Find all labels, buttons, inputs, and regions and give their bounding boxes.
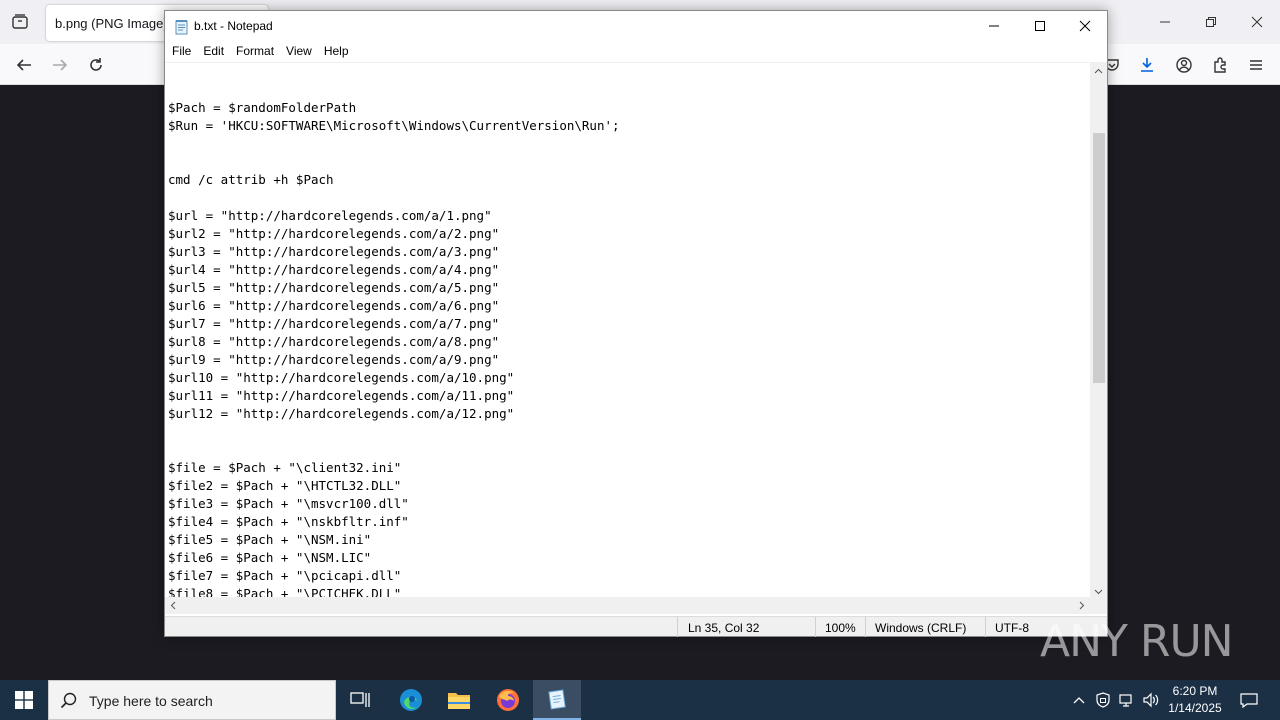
search-placeholder: Type here to search xyxy=(89,693,213,709)
status-divider xyxy=(865,617,866,637)
taskbar-clock[interactable]: 6:20 PM 1/14/2025 xyxy=(1160,683,1230,717)
horizontal-scrollbar[interactable] xyxy=(165,597,1090,614)
network-icon[interactable] xyxy=(1116,680,1138,720)
windows-start-icon[interactable] xyxy=(0,680,48,720)
menu-file[interactable]: File xyxy=(166,41,197,62)
status-divider xyxy=(677,617,678,637)
file-explorer-icon[interactable] xyxy=(435,680,483,720)
browser-tab-title: b.png (PNG Image) xyxy=(55,16,168,31)
extensions-icon[interactable] xyxy=(1207,52,1233,78)
close-button[interactable] xyxy=(1062,11,1108,41)
notepad-taskbar-icon[interactable] xyxy=(533,680,581,720)
edge-icon[interactable] xyxy=(387,680,435,720)
chevron-up-icon[interactable] xyxy=(1068,680,1090,720)
clock-date: 1/14/2025 xyxy=(1168,701,1222,715)
document-text[interactable]: $Pach = $randomFolderPath $Run = 'HKCU:S… xyxy=(168,99,1088,603)
firefox-icon[interactable] xyxy=(484,680,532,720)
status-divider xyxy=(815,617,816,637)
vertical-scroll-thumb[interactable] xyxy=(1093,133,1105,383)
account-icon[interactable] xyxy=(1171,52,1197,78)
cursor-position: Ln 35, Col 32 xyxy=(688,621,760,635)
task-view-icon[interactable] xyxy=(336,680,384,720)
browser-close-button[interactable] xyxy=(1234,0,1280,44)
notepad-menu-bar: File Edit Format View Help xyxy=(165,41,1107,62)
watermark-text: ANY RUN xyxy=(1040,615,1234,667)
download-icon[interactable] xyxy=(1134,52,1160,78)
line-ending: Windows (CRLF) xyxy=(875,621,967,635)
menu-help[interactable]: Help xyxy=(318,41,355,62)
notepad-title-bar[interactable]: b.txt - Notepad xyxy=(165,11,1107,41)
security-icon[interactable] xyxy=(1092,680,1114,720)
encoding: UTF-8 xyxy=(995,621,1029,635)
clock-time: 6:20 PM xyxy=(1172,684,1218,698)
scroll-left-icon[interactable] xyxy=(169,601,178,610)
vertical-scrollbar[interactable] xyxy=(1090,63,1107,608)
notepad-app-icon xyxy=(174,19,190,35)
minimize-button[interactable] xyxy=(971,11,1017,41)
menu-view[interactable]: View xyxy=(280,41,318,62)
scroll-down-icon[interactable] xyxy=(1094,587,1103,596)
menu-edit[interactable]: Edit xyxy=(197,41,230,62)
forward-arrow-icon[interactable] xyxy=(47,52,73,78)
maximize-button[interactable] xyxy=(1017,11,1063,41)
notepad-title: b.txt - Notepad xyxy=(194,19,273,33)
tab-list-icon[interactable] xyxy=(10,12,30,32)
notepad-window: b.txt - Notepad File Edit Format View He… xyxy=(164,10,1108,637)
taskbar-search-box[interactable]: Type here to search xyxy=(48,680,336,720)
taskbar: Type here to search 6:20 PM 1/14/2025 xyxy=(0,680,1280,720)
anyrun-watermark: ANY RUN xyxy=(1040,608,1240,674)
back-arrow-icon[interactable] xyxy=(11,52,37,78)
scroll-up-icon[interactable] xyxy=(1094,67,1103,76)
browser-window-controls xyxy=(1142,0,1280,44)
menu-icon[interactable] xyxy=(1243,52,1269,78)
browser-minimize-button[interactable] xyxy=(1142,0,1188,44)
status-bar: Ln 35, Col 32 100% Windows (CRLF) UTF-8 xyxy=(165,616,1107,637)
volume-icon[interactable] xyxy=(1140,680,1162,720)
notifications-icon[interactable] xyxy=(1234,680,1264,720)
browser-restore-button[interactable] xyxy=(1188,0,1234,44)
menu-format[interactable]: Format xyxy=(230,41,280,62)
status-divider xyxy=(985,617,986,637)
search-icon xyxy=(60,692,77,709)
zoom-level: 100% xyxy=(825,621,856,635)
text-editor-area[interactable]: $Pach = $randomFolderPath $Run = 'HKCU:S… xyxy=(165,62,1107,608)
reload-icon[interactable] xyxy=(83,52,109,78)
